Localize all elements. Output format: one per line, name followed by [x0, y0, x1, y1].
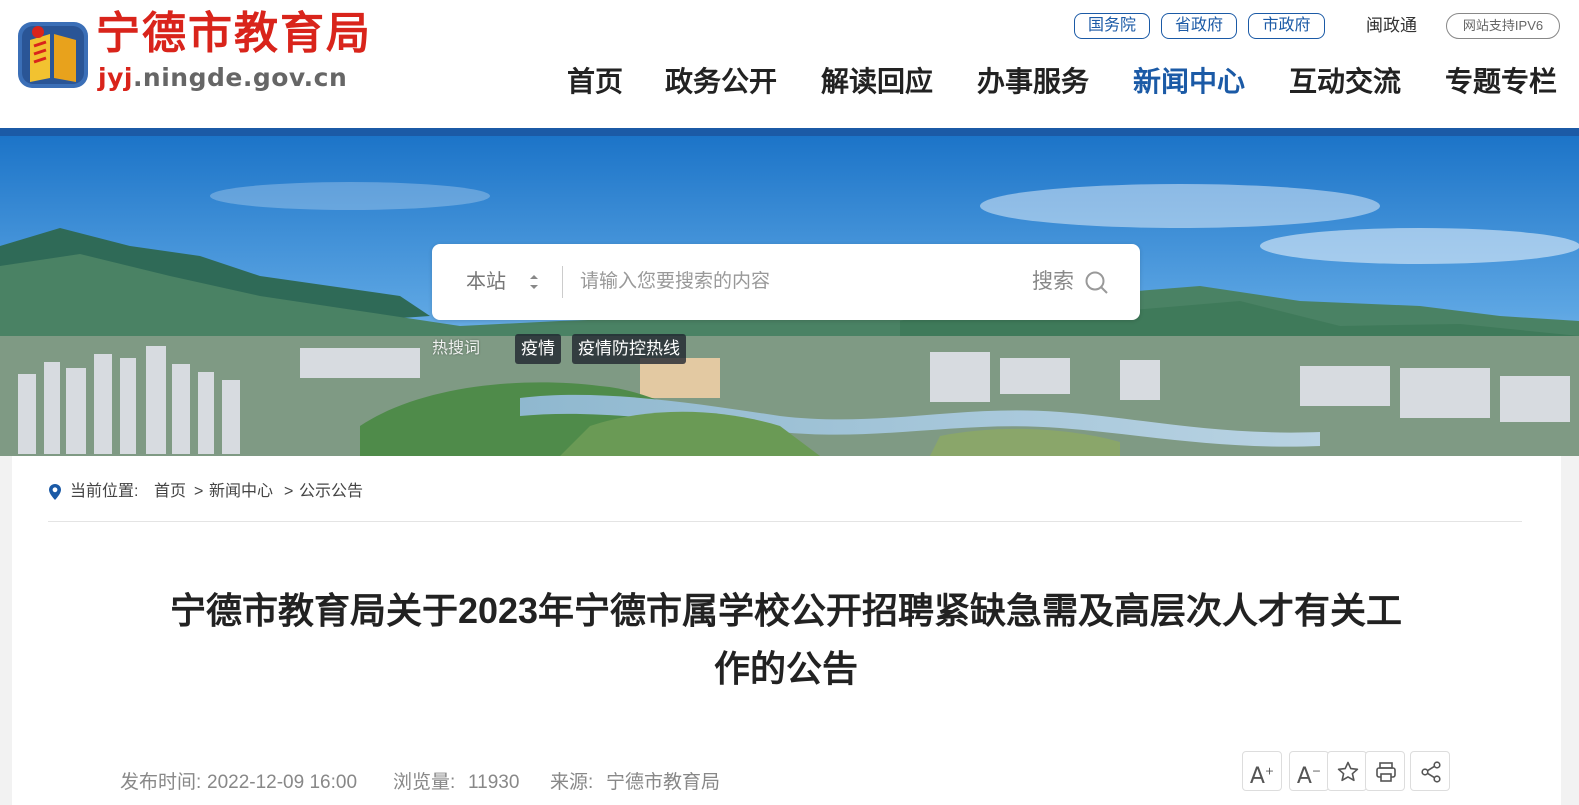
search-divider: [562, 266, 563, 298]
search-scope-select[interactable]: 本站: [466, 268, 506, 296]
logo-book-icon[interactable]: [14, 16, 92, 94]
nav-interpretation[interactable]: 解读回应: [821, 62, 933, 102]
breadcrumb-divider: [48, 521, 1522, 522]
font-increase-button[interactable]: A+: [1242, 751, 1282, 791]
breadcrumb-announcements[interactable]: 公示公告: [299, 481, 363, 503]
link-minzhengtong[interactable]: 闽政通: [1366, 13, 1417, 39]
ipv6-badge: 网站支持IPV6: [1446, 13, 1560, 39]
domain-prefix: jyj: [98, 63, 133, 92]
search-button[interactable]: 搜索: [1032, 266, 1074, 298]
font-decrease-button[interactable]: A−: [1289, 751, 1329, 791]
search-box: 本站 搜索: [432, 244, 1140, 320]
hot-word-yiqing[interactable]: 疫情: [515, 334, 561, 364]
nav-interaction[interactable]: 互动交流: [1289, 62, 1401, 102]
site-logo-domain[interactable]: jyj.ningde.gov.cn: [98, 62, 347, 94]
sort-arrows-icon[interactable]: [528, 270, 540, 294]
breadcrumb-label: 当前位置:: [70, 483, 139, 500]
location-pin-icon: [49, 484, 61, 500]
nav-government-affairs[interactable]: 政务公开: [665, 62, 777, 102]
print-icon: [1376, 762, 1396, 782]
site-header: 宁德市教育局 jyj.ningde.gov.cn 国务院 省政府 市政府 闽政通…: [0, 0, 1579, 128]
breadcrumb-news-center[interactable]: 新闻中心: [209, 481, 273, 503]
favorite-button[interactable]: [1327, 751, 1367, 791]
breadcrumb-separator: >: [194, 483, 204, 500]
site-logo-title[interactable]: 宁德市教育局: [96, 8, 372, 60]
share-button[interactable]: [1410, 751, 1450, 791]
article-title-line2: 作的公告: [713, 648, 858, 689]
star-icon: [1337, 761, 1359, 782]
link-guowuyuan[interactable]: 国务院: [1074, 13, 1150, 39]
font-increase-icon: A+: [1249, 764, 1275, 790]
hot-words-label: 热搜词: [432, 340, 481, 357]
domain-rest: .ningde.gov.cn: [132, 63, 348, 92]
publish-time: 2022-12-09 16:00: [207, 772, 358, 793]
nav-home[interactable]: 首页: [567, 62, 623, 102]
article-title-line1: 宁德市教育局关于2023年宁德市属学校公开招聘紧缺急需及高层次人才有关工: [169, 590, 1403, 631]
header-divider-bar: [0, 128, 1579, 136]
nav-special-topics[interactable]: 专题专栏: [1445, 62, 1557, 102]
search-input[interactable]: [580, 264, 1010, 300]
nav-news-center[interactable]: 新闻中心: [1133, 62, 1245, 102]
search-icon[interactable]: [1084, 270, 1110, 296]
print-button[interactable]: [1365, 751, 1405, 791]
breadcrumb-separator: >: [284, 483, 294, 500]
nav-services[interactable]: 办事服务: [977, 62, 1089, 102]
font-decrease-icon: A−: [1296, 764, 1322, 790]
breadcrumb-home[interactable]: 首页: [154, 481, 186, 503]
source-value: 宁德市教育局: [606, 772, 721, 793]
link-shizhengfu[interactable]: 市政府: [1248, 13, 1325, 39]
views-count: 11930: [468, 772, 520, 793]
link-shengzhengfu[interactable]: 省政府: [1161, 13, 1237, 39]
article-title: 宁德市教育局关于2023年宁德市属学校公开招聘紧缺急需及高层次人才有关工 作的公…: [120, 582, 1452, 698]
share-icon: [1421, 761, 1441, 783]
hot-word-yiqing-hotline[interactable]: 疫情防控热线: [572, 334, 686, 364]
views-label: 浏览量:: [393, 772, 456, 793]
publish-label: 发布时间:: [120, 772, 202, 793]
source-label: 来源:: [550, 772, 594, 793]
